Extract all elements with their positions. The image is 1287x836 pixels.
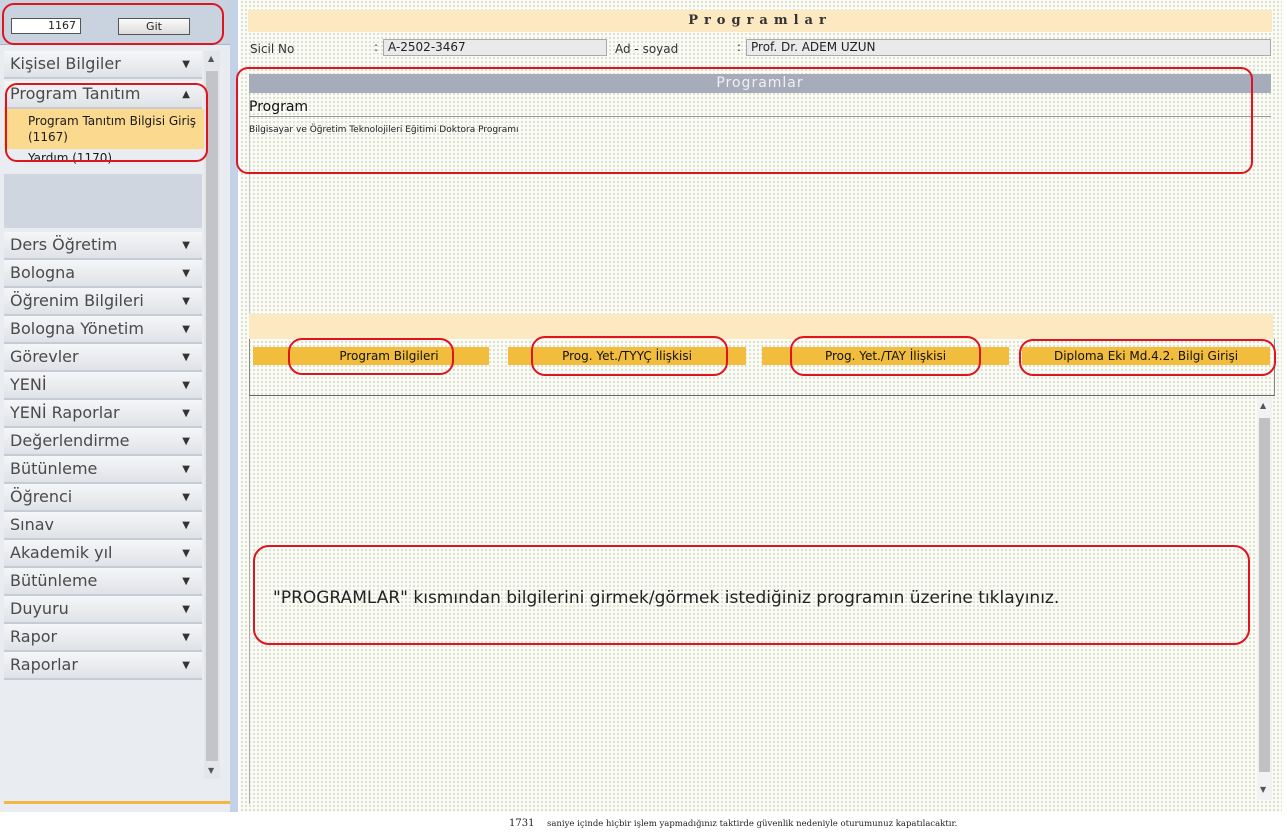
name-label: Ad - soyad <box>615 42 679 56</box>
menu-group-kisisel-bilgiler[interactable]: Kişisel Bilgiler ▼ <box>4 51 202 79</box>
sidebar-menu: Kişisel Bilgiler ▼ Program Tanıtım ▲ Pro… <box>4 51 210 680</box>
menu-group-program-tanitim[interactable]: Program Tanıtım ▲ <box>4 81 202 109</box>
menu-group-label: Bologna Yönetim <box>10 319 144 338</box>
program-column-header: Program <box>249 99 309 115</box>
go-button[interactable]: Git <box>118 18 190 35</box>
chevron-down-icon: ▼ <box>182 492 190 503</box>
tabs-band <box>249 314 1273 339</box>
tab-program-bilgileri[interactable]: Program Bilgileri <box>253 347 489 365</box>
tab-tyyc-iliskisi[interactable]: Prog. Yet./TYYÇ İlişkisi <box>508 347 746 365</box>
menu-group[interactable]: Bologna Yönetim ▼ <box>4 316 202 344</box>
menu-item-program-tanitim-bilgisi[interactable]: Program Tanıtım Bilgisi Giriş (1167) <box>4 109 210 149</box>
menu-group-label: Bütünleme <box>10 459 98 478</box>
table-row[interactable]: Bilgisayar ve Öğretim Teknolojileri Eğit… <box>249 116 1271 141</box>
chevron-up-icon: ▲ <box>182 89 190 100</box>
sidebar-footer-line <box>4 801 230 804</box>
menu-group-label: Değerlendirme <box>10 431 130 450</box>
menu-group[interactable]: Ders Öğretim ▼ <box>4 232 202 260</box>
page-title: Programlar <box>248 10 1272 32</box>
panel-divider[interactable] <box>230 0 238 812</box>
menu-group-label: Duyuru <box>10 599 69 618</box>
menu-group[interactable]: Bologna ▼ <box>4 260 202 288</box>
menu-group-label: Öğrenci <box>10 487 73 506</box>
chevron-down-icon: ▼ <box>182 464 190 475</box>
menu-group-label: Akademik yıl <box>10 543 113 562</box>
menu-group[interactable]: Duyuru ▼ <box>4 596 202 624</box>
menu-item-yardim[interactable]: Yardım (1170) <box>4 149 202 166</box>
menu-group-label: Bologna <box>10 263 76 282</box>
chevron-down-icon: ▼ <box>182 660 190 671</box>
menu-spacer <box>4 174 202 228</box>
tab-label: Prog. Yet./TYYÇ İlişkisi <box>562 349 692 363</box>
session-timer: 1731 <box>509 818 535 829</box>
chevron-down-icon: ▼ <box>182 576 190 587</box>
name-separator: : <box>737 40 742 54</box>
chevron-down-icon: ▼ <box>182 604 190 615</box>
menu-group[interactable]: Bütünleme ▼ <box>4 456 202 484</box>
menu-group-label: Program Tanıtım <box>10 84 141 103</box>
menu-group-label: Kişisel Bilgiler <box>10 54 121 73</box>
chevron-down-icon: ▼ <box>182 59 190 70</box>
menu-group-label: Ders Öğretim <box>10 235 118 254</box>
tab-label: Diploma Eki Md.4.2. Bilgi Girişi <box>1053 349 1239 363</box>
scroll-down-icon[interactable]: ▼ <box>1260 785 1266 794</box>
sidebar-scrollbar[interactable]: ▲ ▼ <box>204 51 220 779</box>
tab-diploma-eki[interactable]: Diploma Eki Md.4.2. Bilgi Girişi <box>1022 347 1270 365</box>
menu-group-label: Raporlar <box>10 655 78 674</box>
content-scrollbar[interactable]: ▲ ▼ <box>1257 398 1272 800</box>
content-scroll-thumb[interactable] <box>1259 418 1270 772</box>
tab-label: Program Bilgileri <box>339 349 439 363</box>
menu-group[interactable]: Sınav ▼ <box>4 512 202 540</box>
menu-group-label: YENİ Raporlar <box>10 403 120 422</box>
menu-group[interactable]: Raporlar ▼ <box>4 652 202 680</box>
session-timeout-message: saniye içinde hiçbir işlem yapmadığınız … <box>547 819 958 829</box>
programs-list-header: Programlar <box>249 74 1271 93</box>
page-code-input[interactable]: 1167 <box>11 18 81 34</box>
tab-tay-iliskisi[interactable]: Prog. Yet./TAY İlişkisi <box>762 347 1009 365</box>
menu-group[interactable]: YENİ ▼ <box>4 372 202 400</box>
name-field: Prof. Dr. ADEM UZUN <box>746 39 1271 56</box>
menu-group-label: Sınav <box>10 515 55 534</box>
chevron-down-icon: ▼ <box>182 296 190 307</box>
main-content: Programlar Sicil No : A-2502-3467 Ad - s… <box>240 0 1282 812</box>
sidebar-scroll-thumb[interactable] <box>206 71 218 761</box>
chevron-down-icon: ▼ <box>182 548 190 559</box>
menu-group[interactable]: Öğrenci ▼ <box>4 484 202 512</box>
menu-group-label: Öğrenim Bilgileri <box>10 291 144 310</box>
scroll-up-icon[interactable]: ▲ <box>1260 401 1266 410</box>
sicil-field: A-2502-3467 <box>383 39 607 56</box>
menu-group-label: Rapor <box>10 627 58 646</box>
menu-group[interactable]: Değerlendirme ▼ <box>4 428 202 456</box>
left-panel: 1167 Git Kişisel Bilgiler ▼ Program Tanı… <box>0 0 230 812</box>
sicil-separator: : <box>374 40 379 54</box>
menu-group[interactable]: YENİ Raporlar ▼ <box>4 400 202 428</box>
menu-group[interactable]: Rapor ▼ <box>4 624 202 652</box>
sicil-label: Sicil No <box>250 42 295 56</box>
chevron-down-icon: ▼ <box>182 436 190 447</box>
chevron-down-icon: ▼ <box>182 324 190 335</box>
chevron-down-icon: ▼ <box>182 380 190 391</box>
menu-group-label: Bütünleme <box>10 571 98 590</box>
chevron-down-icon: ▼ <box>182 520 190 531</box>
chevron-down-icon: ▼ <box>182 268 190 279</box>
chevron-down-icon: ▼ <box>182 408 190 419</box>
menu-group[interactable]: Bütünleme ▼ <box>4 568 202 596</box>
quick-nav-bar: 1167 Git <box>0 0 230 45</box>
scroll-down-icon[interactable]: ▼ <box>208 766 214 775</box>
tab-label: Prog. Yet./TAY İlişkisi <box>824 349 947 363</box>
chevron-down-icon: ▼ <box>182 352 190 363</box>
instruction-message: "PROGRAMLAR" kısmından bilgilerini girme… <box>273 588 1060 608</box>
menu-group[interactable]: Görevler ▼ <box>4 344 202 372</box>
chevron-down-icon: ▼ <box>182 240 190 251</box>
menu-group-label: YENİ <box>10 375 47 394</box>
menu-group[interactable]: Öğrenim Bilgileri ▼ <box>4 288 202 316</box>
menu-group[interactable]: Akademik yıl ▼ <box>4 540 202 568</box>
chevron-down-icon: ▼ <box>182 632 190 643</box>
menu-group-label: Görevler <box>10 347 79 366</box>
scroll-up-icon[interactable]: ▲ <box>208 54 214 63</box>
